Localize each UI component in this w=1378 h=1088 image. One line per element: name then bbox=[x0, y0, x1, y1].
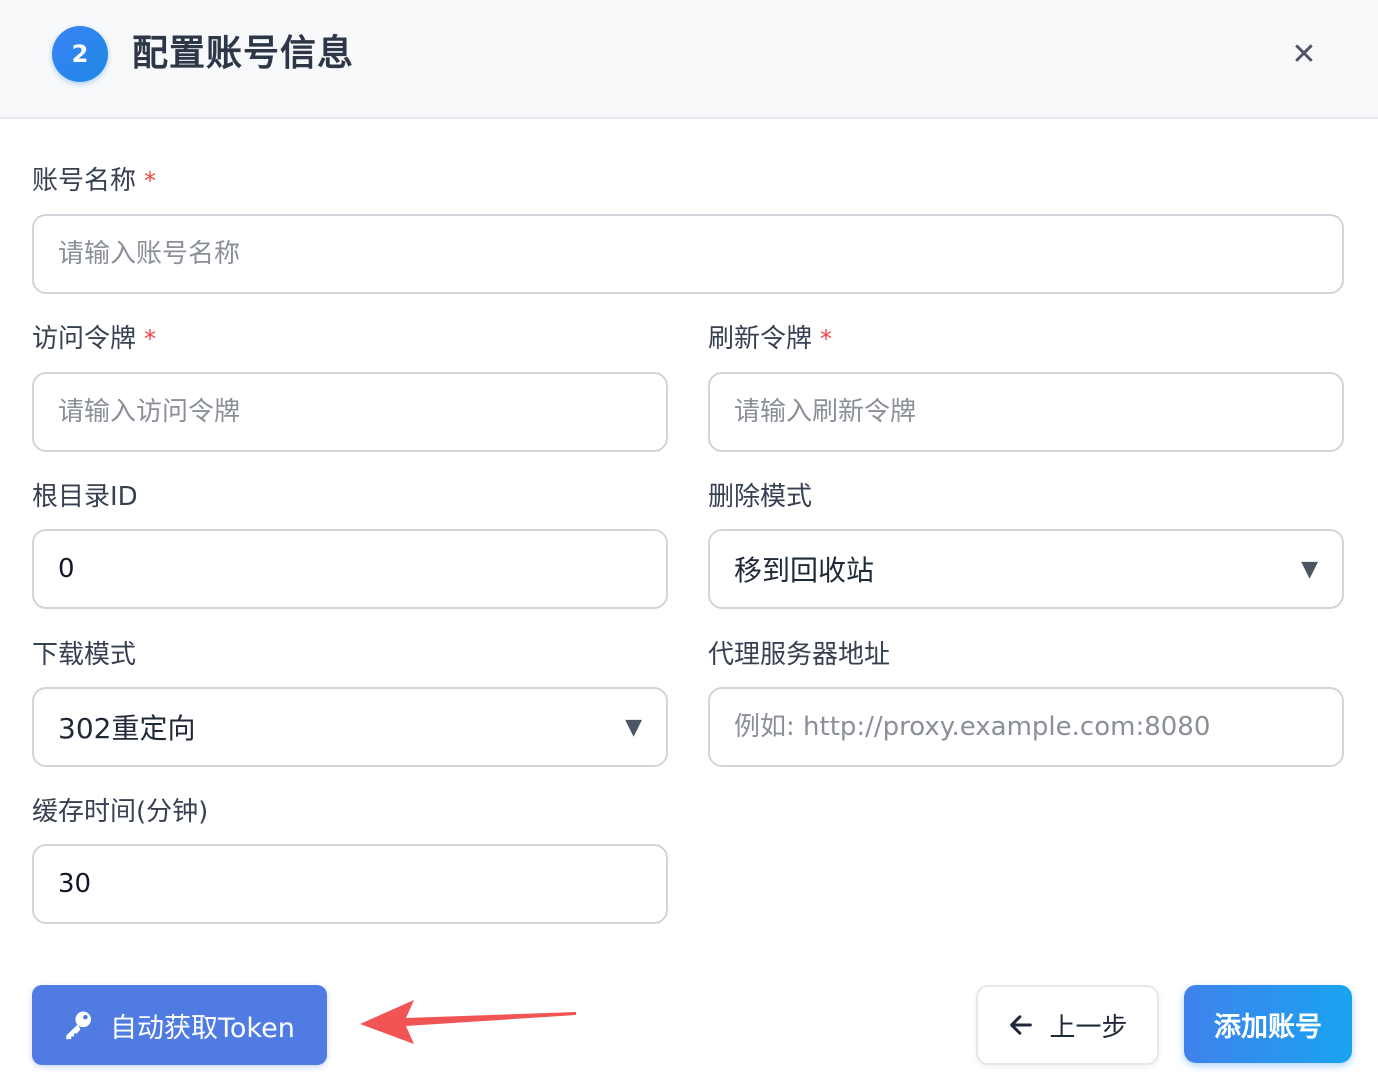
download-mode-select[interactable]: 302重定向 ▼ bbox=[32, 687, 668, 767]
required-mark: * bbox=[820, 325, 833, 353]
cache-time-field[interactable] bbox=[32, 844, 668, 924]
refresh-token-field[interactable] bbox=[708, 372, 1344, 452]
red-arrow-icon bbox=[360, 1000, 576, 1044]
close-icon: ✕ bbox=[1291, 36, 1317, 72]
dialog-title: 配置账号信息 bbox=[132, 33, 355, 74]
proxy-address-label: 代理服务器地址 bbox=[708, 640, 891, 670]
required-mark: * bbox=[144, 167, 157, 195]
chevron-down-icon: ▼ bbox=[1301, 556, 1318, 582]
delete-mode-select[interactable]: 移到回收站 ▼ bbox=[708, 529, 1344, 609]
dialog-header: 2 配置账号信息 ✕ bbox=[0, 0, 1378, 119]
auto-get-token-label: 自动获取Token bbox=[110, 1012, 295, 1044]
arrow-left-icon bbox=[1010, 1015, 1033, 1035]
previous-step-label: 上一步 bbox=[1049, 1012, 1128, 1043]
proxy-address-field[interactable] bbox=[708, 687, 1344, 767]
account-name-input[interactable] bbox=[58, 239, 1318, 269]
required-mark: * bbox=[144, 325, 157, 353]
cache-time-input[interactable] bbox=[58, 869, 642, 899]
access-token-input[interactable] bbox=[58, 397, 642, 427]
access-token-field[interactable] bbox=[32, 372, 668, 452]
add-account-label: 添加账号 bbox=[1214, 1011, 1322, 1043]
step-badge: 2 bbox=[52, 26, 108, 82]
delete-mode-label: 删除模式 bbox=[708, 482, 813, 512]
root-dir-id-field[interactable] bbox=[32, 529, 668, 609]
close-button[interactable]: ✕ bbox=[1284, 34, 1324, 74]
refresh-token-label: 刷新令牌 * bbox=[708, 324, 833, 354]
download-mode-label: 下载模式 bbox=[32, 640, 137, 670]
download-mode-selected-value: 302重定向 bbox=[58, 712, 196, 745]
account-name-field[interactable] bbox=[32, 214, 1344, 294]
proxy-address-input[interactable] bbox=[734, 712, 1318, 742]
access-token-label: 访问令牌 * bbox=[32, 324, 157, 354]
refresh-token-input[interactable] bbox=[734, 397, 1318, 427]
add-account-button[interactable]: 添加账号 bbox=[1184, 985, 1352, 1063]
key-icon bbox=[66, 1011, 92, 1040]
account-name-label: 账号名称 * bbox=[32, 166, 157, 196]
previous-step-button[interactable]: 上一步 bbox=[976, 985, 1159, 1065]
root-dir-id-input[interactable] bbox=[58, 554, 642, 584]
root-dir-id-label: 根目录ID bbox=[32, 482, 138, 512]
chevron-down-icon: ▼ bbox=[625, 714, 642, 740]
delete-mode-selected-value: 移到回收站 bbox=[734, 554, 875, 587]
auto-get-token-button[interactable]: 自动获取Token bbox=[32, 985, 327, 1065]
cache-time-label: 缓存时间(分钟) bbox=[32, 797, 209, 827]
